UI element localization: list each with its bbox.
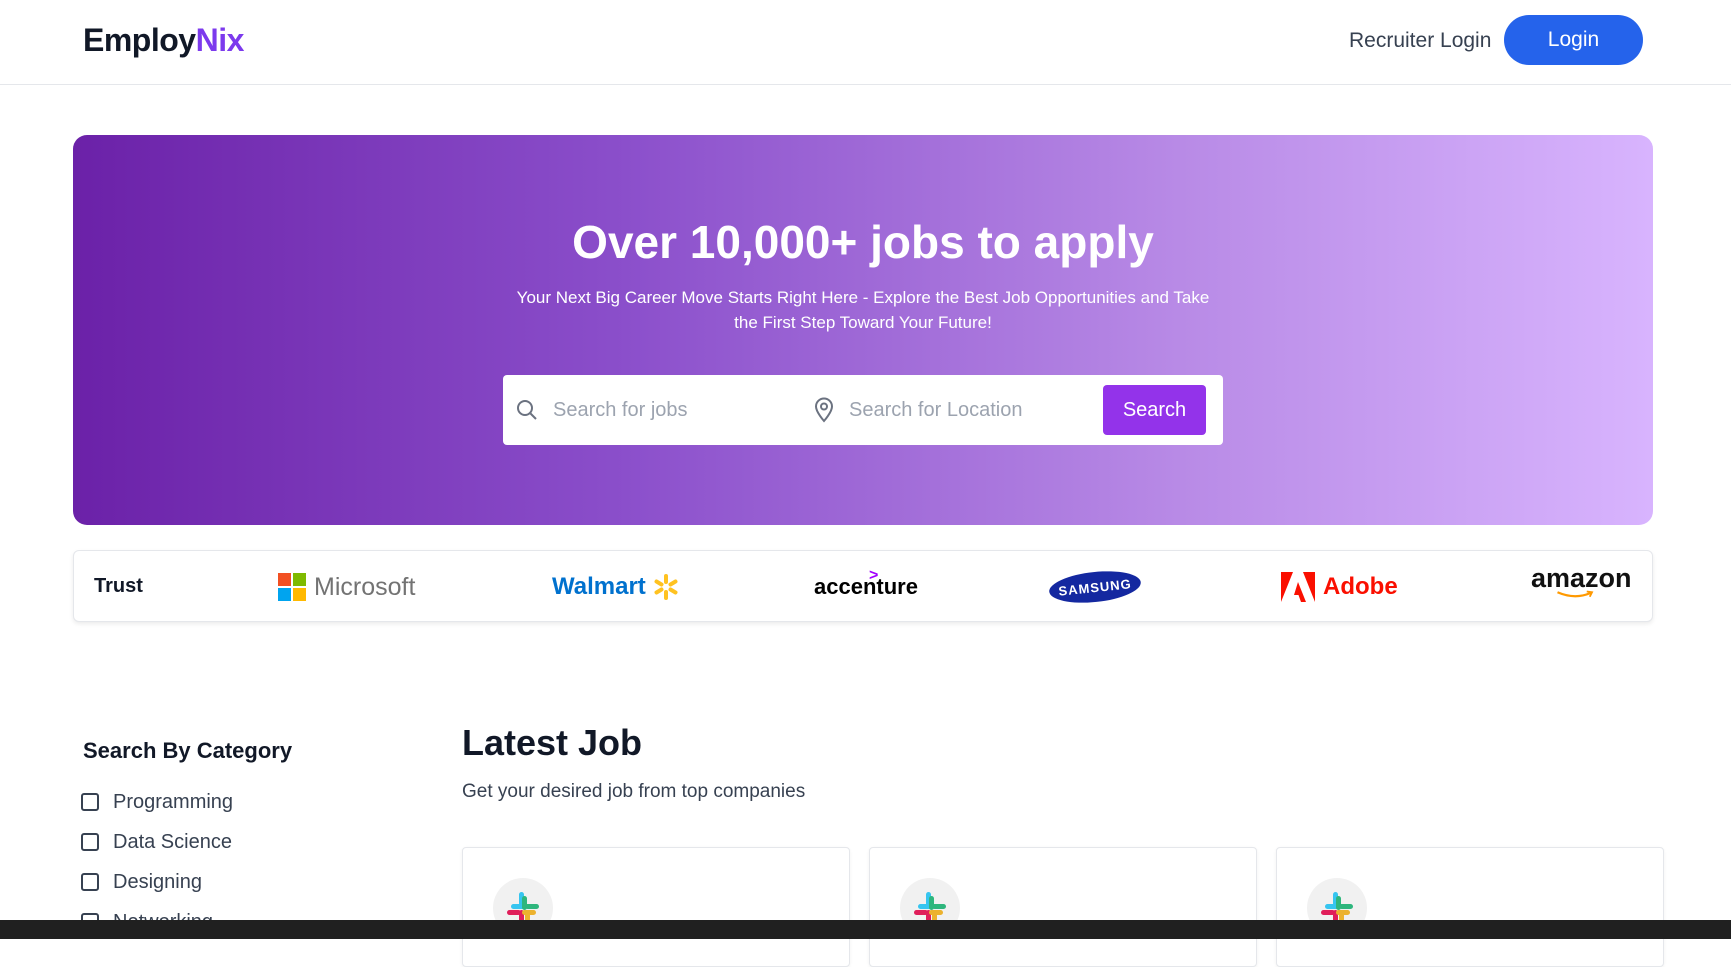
category-section-title: Search By Category xyxy=(83,738,293,763)
recruiter-login-link[interactable]: Recruiter Login xyxy=(1349,29,1491,53)
login-button[interactable]: Login xyxy=(1504,15,1643,65)
walmart-spark-icon xyxy=(654,574,678,600)
category-checkbox[interactable] xyxy=(81,793,99,811)
adobe-icon xyxy=(1281,572,1315,602)
walmart-logo: Walmart xyxy=(552,569,680,605)
amazon-logo: amazon xyxy=(1531,563,1632,599)
latest-jobs-title: Latest Job xyxy=(462,722,643,763)
brand-logo[interactable]: EmployNix xyxy=(83,22,244,59)
category-item-data-science[interactable]: Data Science xyxy=(81,829,232,855)
brand-accent-text: Nix xyxy=(195,22,245,58)
search-button[interactable]: Search xyxy=(1103,385,1206,435)
microsoft-windows-icon xyxy=(278,573,306,601)
hero-title: Over 10,000+ jobs to apply xyxy=(572,216,1154,268)
job-card[interactable] xyxy=(462,847,850,967)
microsoft-logo: Microsoft xyxy=(278,569,415,605)
samsung-logo-text: SAMSUNG xyxy=(1047,567,1143,607)
latest-jobs-subtitle: Get your desired job from top companies xyxy=(462,781,806,802)
category-item-programming[interactable]: Programming xyxy=(81,789,233,815)
job-card[interactable] xyxy=(1276,847,1664,967)
samsung-logo: SAMSUNG xyxy=(1047,567,1143,607)
category-checkbox[interactable] xyxy=(81,833,99,851)
os-taskbar xyxy=(0,920,1731,939)
adobe-logo-text: Adobe xyxy=(1323,573,1398,600)
walmart-logo-text: Walmart xyxy=(552,573,646,600)
hero-banner: Over 10,000+ jobs to apply Your Next Big… xyxy=(73,135,1653,525)
amazon-smile-icon xyxy=(1557,590,1594,598)
microsoft-logo-text: Microsoft xyxy=(314,572,416,601)
top-navbar: EmployNix Recruiter Login Login xyxy=(0,0,1731,85)
trusted-companies-bar: Trust Microsoft Walmart accenture > SAMS… xyxy=(73,550,1653,622)
accenture-logo-text: accenture xyxy=(814,574,918,599)
category-item-designing[interactable]: Designing xyxy=(81,869,202,895)
category-label: Designing xyxy=(113,870,202,893)
brand-main-text: Employ xyxy=(83,22,196,58)
search-icon xyxy=(517,400,537,420)
category-checkbox[interactable] xyxy=(81,873,99,891)
category-label: Programming xyxy=(113,790,234,813)
accenture-chevron-icon: > xyxy=(869,567,879,584)
adobe-logo: Adobe xyxy=(1281,569,1398,605)
accenture-logo: accenture > xyxy=(814,567,918,605)
category-label: Data Science xyxy=(113,830,232,853)
job-search-bar: Search xyxy=(503,375,1223,445)
location-pin-icon xyxy=(814,397,834,423)
trust-label: Trust xyxy=(94,575,143,597)
location-search-input[interactable] xyxy=(849,393,1089,427)
hero-subtitle: Your Next Big Career Move Starts Right H… xyxy=(516,288,1210,332)
job-search-input[interactable] xyxy=(553,393,783,427)
job-card[interactable] xyxy=(869,847,1257,967)
